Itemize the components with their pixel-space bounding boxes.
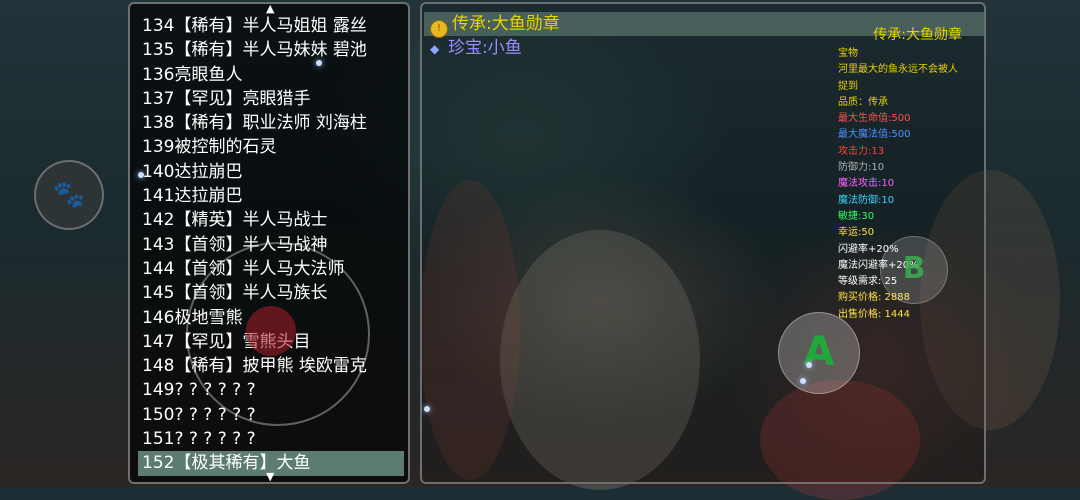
detail-line: 宝物 (838, 48, 858, 59)
sparkle-decoration (424, 406, 430, 412)
detail-line: 魔法防御:10 (838, 194, 895, 206)
item-label: 传承:大鱼勋章 (452, 14, 560, 34)
sparkle-decoration (806, 362, 812, 368)
scroll-down-arrow-icon[interactable]: ▼ (266, 470, 274, 483)
sparkle-decoration (316, 60, 322, 66)
monster-list-item[interactable]: 137【罕见】亮眼猎手 (138, 87, 404, 111)
paw-icon: 🐾 (52, 180, 86, 210)
b-button[interactable]: B (880, 236, 948, 304)
detail-line: 河里最大的鱼永远不会被人 (838, 64, 958, 76)
monster-list-item[interactable]: 136亮眼鱼人 (138, 63, 404, 87)
detail-line: 最大魔法值:500 (838, 129, 911, 141)
detail-title: 传承:大鱼勋章 (873, 27, 962, 43)
monster-list-item[interactable]: 142【精英】半人马战士 (138, 208, 404, 232)
sparkle-decoration (800, 378, 806, 384)
a-button[interactable]: A (778, 312, 860, 394)
monster-list-item[interactable]: 141达拉崩巴 (138, 184, 404, 208)
monster-list-item[interactable]: 134【稀有】半人马姐姐 露丝 (138, 14, 404, 38)
detail-line: 魔法攻击:10 (838, 178, 895, 190)
monster-list-item[interactable]: 135【稀有】半人马妹妹 碧池 (138, 38, 404, 62)
gem-icon: ◆ (430, 42, 440, 56)
monster-list-item[interactable]: 151? ? ? ? ? ? (138, 427, 404, 451)
detail-line: 捉到 (838, 80, 858, 92)
detail-line: 出售价格: 1444 (838, 308, 910, 320)
detail-line: 最大生命值:500 (838, 113, 911, 125)
sparkle-decoration (138, 172, 144, 178)
monster-list-item[interactable]: 140达拉崩巴 (138, 160, 404, 184)
virtual-joystick-knob[interactable] (246, 306, 296, 356)
item-label: 珍宝:小鱼 (448, 38, 522, 58)
detail-line: 防御力:10 (838, 162, 885, 174)
detail-line: 品质：传承 (838, 96, 888, 108)
detail-line: 攻击力:13 (838, 145, 885, 157)
monster-list-item[interactable]: 138【稀有】职业法师 刘海柱 (138, 111, 404, 135)
paw-menu-button[interactable]: 🐾 (34, 160, 104, 230)
detail-line: 敏捷:30 (838, 210, 875, 222)
monster-list-item[interactable]: 139被控制的石灵 (138, 135, 404, 159)
